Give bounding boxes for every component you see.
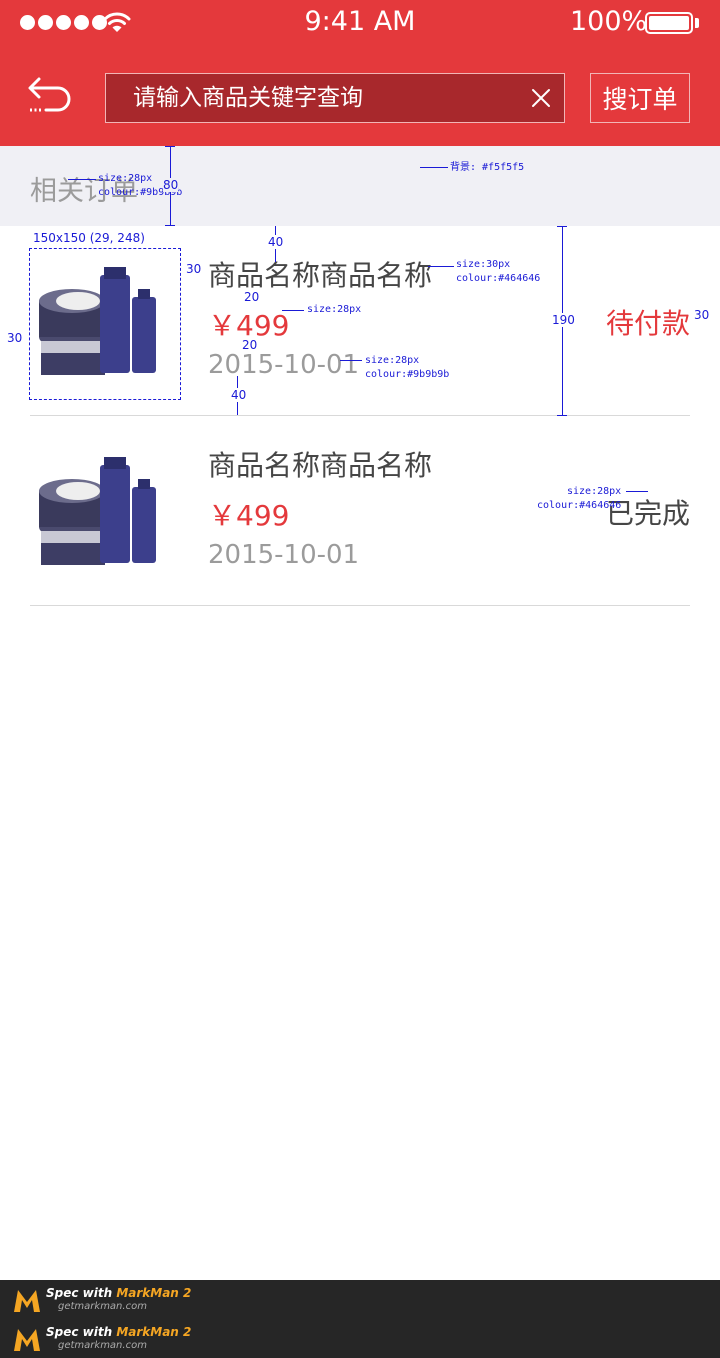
markman-logo-icon: [14, 1329, 40, 1351]
product-price: ￥499: [208, 499, 290, 532]
back-button[interactable]: [26, 74, 76, 120]
search-box: [105, 73, 565, 123]
anno-date-font: size:28px: [365, 355, 420, 366]
product-name: 商品名称商品名称: [208, 259, 433, 292]
anno-leader: [428, 266, 454, 267]
markman-logo-icon: [14, 1290, 40, 1312]
anno-leader: [420, 167, 448, 168]
markman-site: getmarkman.com: [58, 1301, 147, 1312]
anno-status-colour: colour:#464646: [537, 500, 622, 511]
anno-tick: [557, 226, 567, 227]
anno-image-size: 150x150 (29, 248): [33, 231, 145, 245]
anno-name-colour: colour:#464646: [456, 273, 541, 284]
order-date: 2015-10-01: [208, 350, 360, 380]
anno-image-box: [29, 248, 181, 400]
anno-gap-bottom: 40: [231, 388, 247, 402]
anno-section-font: size:28px: [98, 173, 153, 184]
markman-label: Spec with: [46, 1325, 117, 1339]
product-image: [39, 457, 156, 565]
markman-footer: Spec with MarkMan 2 getmarkman.com Spec …: [0, 1280, 720, 1358]
battery-icon: [645, 12, 693, 34]
anno-status-font: size:28px: [567, 486, 622, 497]
anno-gap-b: 20: [242, 338, 258, 352]
back-arrow-icon: [28, 77, 71, 112]
anno-date-colour: colour:#9b9b9b: [365, 369, 450, 380]
search-orders-button[interactable]: 搜订单: [590, 73, 690, 123]
order-status: 待付款: [605, 307, 690, 340]
clear-icon[interactable]: [530, 87, 552, 109]
anno-leader: [340, 360, 362, 361]
anno-leader: [68, 179, 96, 180]
product-name: 商品名称商品名称: [208, 449, 433, 482]
anno-tick: [557, 415, 567, 416]
battery-tip: [695, 18, 699, 28]
anno-gap-top: 40: [268, 235, 284, 249]
anno-pad-right: 30: [186, 262, 202, 276]
markman-brand: MarkMan 2: [116, 1325, 192, 1339]
anno-name-font: size:30px: [456, 259, 511, 270]
anno-leader: [626, 491, 648, 492]
anno-bg-note: 背景: #f5f5f5: [450, 162, 525, 173]
markman-label: Spec with: [46, 1286, 117, 1300]
markman-badge: Spec with MarkMan 2 getmarkman.com: [12, 1286, 191, 1314]
anno-tick: [165, 146, 175, 147]
anno-tick: [165, 225, 175, 226]
markman-site: getmarkman.com: [58, 1340, 147, 1351]
anno-status-right: 30: [694, 308, 710, 322]
anno-row-height: 190: [552, 313, 575, 327]
anno-gap-a: 20: [244, 290, 260, 304]
markman-brand: MarkMan 2: [116, 1286, 192, 1300]
order-date: 2015-10-01: [208, 540, 360, 570]
search-input[interactable]: [106, 74, 506, 122]
battery-percent: 100%: [570, 6, 648, 37]
anno-pad-left: 30: [7, 331, 23, 345]
status-bar: 9:41 AM 100%: [0, 0, 720, 48]
markman-badge: Spec with MarkMan 2 getmarkman.com: [12, 1325, 191, 1353]
anno-section-height: 80: [163, 178, 179, 192]
anno-price-font: size:28px: [307, 304, 362, 315]
anno-leader: [282, 310, 304, 311]
